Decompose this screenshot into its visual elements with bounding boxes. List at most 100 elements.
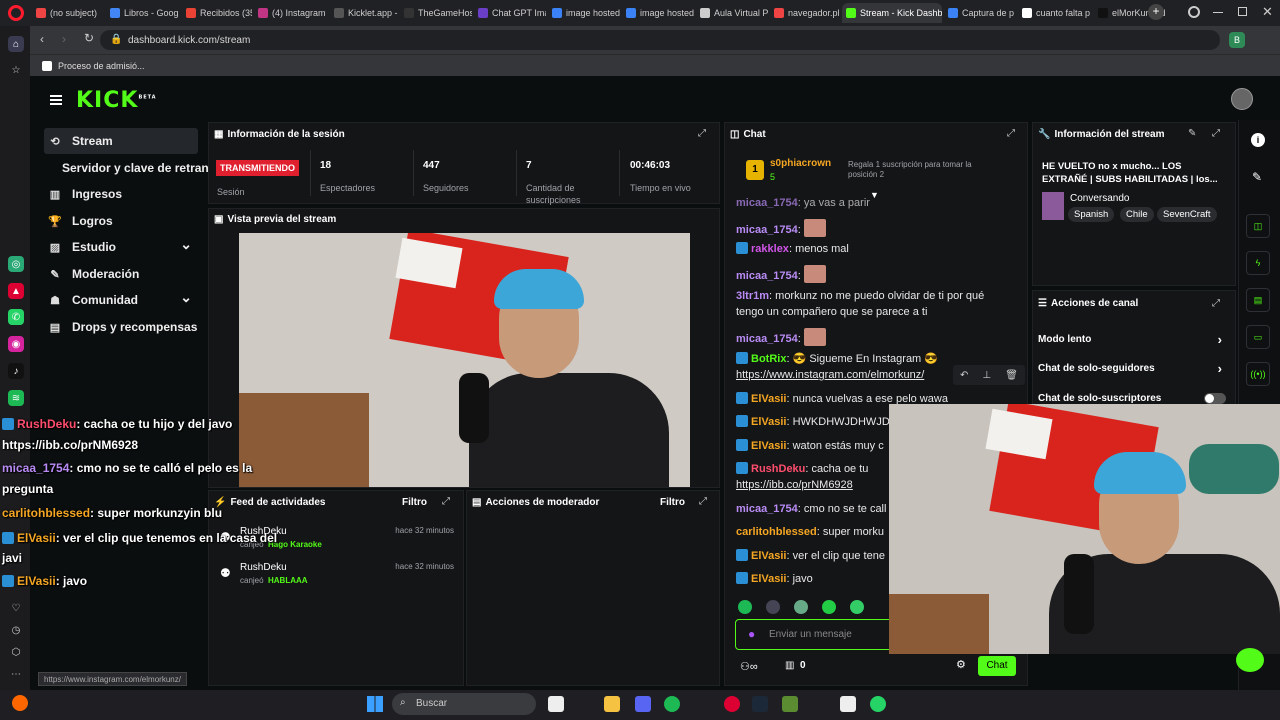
forward-icon[interactable]: ›: [62, 32, 66, 46]
browser-tab[interactable]: Aula Virtual P: [696, 3, 768, 23]
mod-filter-button[interactable]: Filtro: [660, 497, 685, 508]
expand-icon[interactable]: ⤢: [1212, 128, 1220, 139]
browser-tab[interactable]: navegador.pl: [770, 3, 840, 23]
emote-icon[interactable]: [766, 600, 780, 614]
instagram-icon[interactable]: ◉: [8, 336, 24, 352]
user-avatar[interactable]: [1231, 88, 1253, 110]
chat-message[interactable]: ElVasii: HWKDHWJDHWJD: [736, 415, 890, 429]
discord-icon[interactable]: [635, 696, 651, 712]
followers-only-option[interactable]: Chat de solo-seguidores ›: [1038, 361, 1228, 376]
browser-tab[interactable]: (no subject): [32, 3, 104, 23]
chat-link[interactable]: https://ibb.co/prNM6928: [736, 479, 853, 491]
chat-message[interactable]: https://ibb.co/prNM6928: [736, 478, 853, 492]
chat-username[interactable]: micaa_1754: [736, 503, 798, 515]
task-view-icon[interactable]: [548, 696, 564, 712]
chat-link[interactable]: https://www.instagram.com/elmorkunz/: [736, 369, 924, 381]
avatar-b[interactable]: B: [1229, 32, 1245, 48]
emote-icon[interactable]: [850, 600, 864, 614]
opera-menu-icon[interactable]: [8, 5, 24, 21]
chat-username[interactable]: micaa_1754: [736, 270, 798, 282]
new-tab-button[interactable]: +: [1148, 4, 1164, 20]
nav-item[interactable]: ▤ Drops y recompensas: [44, 314, 198, 340]
nav-item[interactable]: 🏆 Logros: [44, 208, 198, 234]
chat-message[interactable]: micaa_1754: ya vas a parir: [736, 196, 870, 210]
chat-message[interactable]: micaa_1754: cmo no se te call: [736, 502, 886, 516]
home-icon[interactable]: ⌂: [8, 36, 24, 52]
chat-message[interactable]: ElVasii: ver el clip que tene: [736, 549, 885, 563]
opera-gx-icon[interactable]: ▲: [8, 283, 24, 299]
mic-icon[interactable]: ●: [748, 627, 755, 641]
chat-message[interactable]: RushDeku: cacha oe tu: [736, 462, 868, 476]
chat-bubble-icon[interactable]: ▭: [1246, 325, 1270, 349]
extensions-icon[interactable]: ⬡: [8, 644, 24, 660]
camera-icon[interactable]: ◫: [1246, 214, 1270, 238]
browser-tab[interactable]: Chat GPT Ima: [474, 3, 546, 23]
delete-icon[interactable]: 🗑: [1005, 370, 1018, 381]
expand-icon[interactable]: ⤢: [699, 496, 707, 507]
epic-icon[interactable]: [840, 696, 856, 712]
chat-message[interactable]: micaa_1754:: [736, 219, 826, 237]
aria-icon[interactable]: ◎: [8, 256, 24, 272]
whatsapp-icon[interactable]: ✆: [8, 309, 24, 325]
browser-tab[interactable]: image hosted: [548, 3, 620, 23]
address-bar[interactable]: 🔒 dashboard.kick.com/stream: [100, 30, 1220, 50]
store-icon[interactable]: ▥: [785, 660, 794, 671]
chat-username[interactable]: ElVasii: [751, 573, 786, 585]
pin-icon[interactable]: ⊥: [982, 370, 991, 381]
maximize-button[interactable]: [1238, 7, 1247, 16]
back-icon[interactable]: ‹: [40, 32, 44, 46]
points-icon[interactable]: ⚇∞: [740, 660, 758, 673]
chat-username[interactable]: micaa_1754: [736, 224, 798, 236]
browser-tab[interactable]: image hosted: [622, 3, 694, 23]
nav-item[interactable]: ▨ Estudio ⌄: [44, 234, 198, 260]
browser-tab[interactable]: cuanto falta p: [1018, 3, 1092, 23]
expand-icon[interactable]: ⤢: [698, 128, 706, 139]
spotify-icon[interactable]: ≋: [8, 390, 24, 406]
whatsapp-taskbar-icon[interactable]: [870, 696, 886, 712]
spotify-taskbar-icon[interactable]: [664, 696, 680, 712]
expand-icon[interactable]: ⤢: [442, 496, 450, 507]
toggle-switch[interactable]: [1204, 393, 1226, 404]
more-icon[interactable]: ⋯: [8, 666, 24, 682]
expand-icon[interactable]: ⤢: [1212, 298, 1220, 309]
chat-message[interactable]: BotRix: 😎 Sigueme En Instagram 😎: [736, 352, 938, 366]
chat-username[interactable]: ElVasii: [751, 416, 786, 428]
browser-tab[interactable]: TheGameHos: [400, 3, 472, 23]
subs-only-option[interactable]: Chat de solo-suscriptores: [1038, 393, 1228, 404]
chat-settings-icon[interactable]: ⚙: [956, 658, 966, 671]
browser-tab[interactable]: (4) Instagram: [254, 3, 328, 23]
chat-username[interactable]: ElVasii: [751, 393, 786, 405]
browser-tab[interactable]: Recibidos (35: [182, 3, 252, 23]
category-name[interactable]: Conversando: [1070, 193, 1129, 204]
steam-icon[interactable]: [752, 696, 768, 712]
stream-tag[interactable]: Spanish: [1068, 207, 1115, 222]
reply-icon[interactable]: ↶: [960, 370, 968, 381]
browser-tab[interactable]: Stream - Kick Dashboa: [842, 3, 942, 23]
info-icon[interactable]: i: [1251, 133, 1265, 147]
browser-tab[interactable]: Kicklet.app -: [330, 3, 398, 23]
taskbar-search[interactable]: ⌕ Buscar: [392, 693, 536, 715]
pinned-user[interactable]: s0phiacrown: [770, 158, 831, 169]
browser-tab[interactable]: Libros - Goog: [106, 3, 180, 23]
chat-username[interactable]: ElVasii: [751, 550, 786, 562]
collapse-icon[interactable]: ▼: [870, 190, 879, 200]
expand-icon[interactable]: ⤢: [1007, 128, 1015, 139]
emote-icon[interactable]: [794, 600, 808, 614]
chat-username[interactable]: 3ltr1m: [736, 290, 769, 302]
stream-tag[interactable]: SevenCraft: [1157, 207, 1217, 222]
edit-icon[interactable]: ✎: [1188, 128, 1196, 139]
nav-item[interactable]: ✎ Moderación: [44, 261, 198, 287]
kick-logo[interactable]: KICKBETA: [76, 88, 157, 113]
chat-message[interactable]: carlitohblessed: super morku: [736, 525, 884, 539]
chat-username[interactable]: carlitohblessed: [736, 526, 817, 538]
chat-message[interactable]: 3ltr1m: morkunz no me puedo olvidar de t…: [736, 289, 984, 303]
stream-tag[interactable]: Chile: [1120, 207, 1154, 222]
chat-username[interactable]: ElVasii: [751, 440, 786, 452]
minimize-button[interactable]: [1213, 12, 1223, 13]
chat-message[interactable]: https://www.instagram.com/elmorkunz/: [736, 368, 924, 382]
minecraft-icon[interactable]: [782, 696, 798, 712]
nav-item[interactable]: ☗ Comunidad ⌄: [44, 287, 198, 313]
opera-taskbar-icon[interactable]: [724, 696, 740, 712]
chat-username[interactable]: RushDeku: [751, 463, 805, 475]
nav-item[interactable]: ⟲ Stream: [44, 128, 198, 154]
